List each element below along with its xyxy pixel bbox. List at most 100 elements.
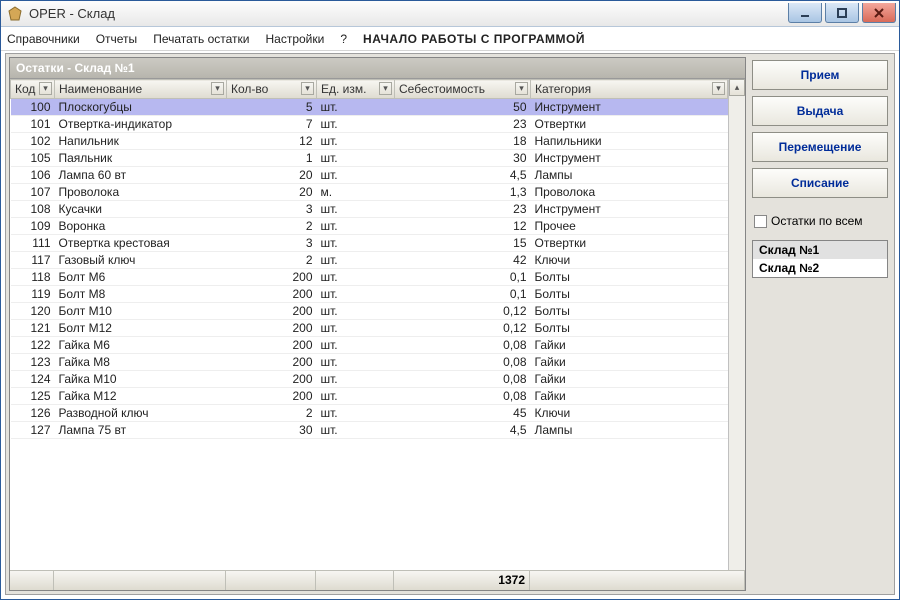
checkbox-icon[interactable] [754,215,767,228]
grid-panel: Остатки - Склад №1 Код▾ Наименование▾ Ко… [9,57,746,591]
cell-unit: шт. [317,286,395,303]
cell-qty: 5 [227,99,317,116]
table-row[interactable]: 100Плоскогубцы5шт.50Инструмент [11,99,728,116]
table-row[interactable]: 124Гайка М10200шт.0,08Гайки [11,371,728,388]
maximize-button[interactable] [825,3,859,23]
table-row[interactable]: 107Проволока20м.1,3Проволока [11,184,728,201]
cell-cost: 15 [395,235,531,252]
col-name[interactable]: Наименование▾ [55,80,227,99]
cell-cost: 23 [395,201,531,218]
cell-qty: 200 [227,320,317,337]
menu-reports[interactable]: Отчеты [96,32,137,46]
cell-name: Гайка М12 [55,388,227,405]
vertical-scrollbar[interactable]: ▴ [728,79,745,570]
cell-cost: 0,08 [395,337,531,354]
cell-category: Напильники [531,133,728,150]
col-unit[interactable]: Ед. изм.▾ [317,80,395,99]
menu-help[interactable]: ? [340,32,347,46]
table-row[interactable]: 102Напильник12шт.18Напильники [11,133,728,150]
chevron-down-icon[interactable]: ▾ [39,82,52,95]
chevron-down-icon[interactable]: ▾ [515,82,528,95]
chevron-down-icon[interactable]: ▾ [301,82,314,95]
cell-category: Лампы [531,167,728,184]
col-category[interactable]: Категория▾ [531,80,728,99]
table-row[interactable]: 126Разводной ключ2шт.45Ключи [11,405,728,422]
chevron-down-icon[interactable]: ▾ [379,82,392,95]
cell-qty: 30 [227,422,317,439]
receive-button[interactable]: Прием [752,60,888,90]
col-cost[interactable]: Себестоимость▾ [395,80,531,99]
menu-settings[interactable]: Настройки [266,32,325,46]
cell-cost: 0,08 [395,354,531,371]
cell-unit: шт. [317,133,395,150]
cell-name: Разводной ключ [55,405,227,422]
menubar: Справочники Отчеты Печатать остатки Наст… [1,27,899,51]
menu-print-stock[interactable]: Печатать остатки [153,32,249,46]
cell-cost: 50 [395,99,531,116]
writeoff-button[interactable]: Списание [752,168,888,198]
table-row[interactable]: 109Воронка2шт.12Прочее [11,218,728,235]
table-row[interactable]: 118Болт М6200шт.0,1Болты [11,269,728,286]
table-row[interactable]: 125Гайка М12200шт.0,08Гайки [11,388,728,405]
cell-qty: 200 [227,286,317,303]
cell-qty: 200 [227,354,317,371]
grid-footer: 1372 [10,570,745,590]
transfer-button[interactable]: Перемещение [752,132,888,162]
cell-cost: 18 [395,133,531,150]
cell-name: Гайка М6 [55,337,227,354]
cell-qty: 12 [227,133,317,150]
table-row[interactable]: 121Болт М12200шт.0,12Болты [11,320,728,337]
cell-qty: 200 [227,388,317,405]
table-row[interactable]: 127Лампа 75 вт30шт.4,5Лампы [11,422,728,439]
warehouse-item[interactable]: Склад №1 [753,241,887,259]
table-row[interactable]: 111Отвертка крестовая3шт.15Отвертки [11,235,728,252]
cell-qty: 2 [227,405,317,422]
cell-name: Напильник [55,133,227,150]
table-row[interactable]: 117Газовый ключ2шт.42Ключи [11,252,728,269]
cell-category: Гайки [531,337,728,354]
table-row[interactable]: 122Гайка М6200шт.0,08Гайки [11,337,728,354]
table-row[interactable]: 119Болт М8200шт.0,1Болты [11,286,728,303]
col-code[interactable]: Код▾ [11,80,55,99]
cell-unit: шт. [317,201,395,218]
cell-name: Болт М10 [55,303,227,320]
cell-cost: 12 [395,218,531,235]
table-row[interactable]: 120Болт М10200шт.0,12Болты [11,303,728,320]
cell-qty: 20 [227,184,317,201]
cell-code: 123 [11,354,55,371]
table-row[interactable]: 105Паяльник1шт.30Инструмент [11,150,728,167]
cell-name: Лампа 60 вт [55,167,227,184]
cell-name: Паяльник [55,150,227,167]
warehouse-item[interactable]: Склад №2 [753,259,887,277]
window-title: OPER - Склад [29,6,115,21]
cell-code: 125 [11,388,55,405]
cell-unit: шт. [317,99,395,116]
cell-unit: шт. [317,405,395,422]
scroll-up-icon[interactable]: ▴ [729,79,745,96]
issue-button[interactable]: Выдача [752,96,888,126]
minimize-button[interactable] [788,3,822,23]
cell-qty: 1 [227,150,317,167]
col-qty[interactable]: Кол-во▾ [227,80,317,99]
table-row[interactable]: 106Лампа 60 вт20шт.4,5Лампы [11,167,728,184]
chevron-down-icon[interactable]: ▾ [211,82,224,95]
menu-getting-started[interactable]: НАЧАЛО РАБОТЫ С ПРОГРАММОЙ [363,32,585,46]
app-icon [7,6,23,22]
close-button[interactable] [862,3,896,23]
table-row[interactable]: 108Кусачки3шт.23Инструмент [11,201,728,218]
cell-code: 119 [11,286,55,303]
side-panel: Прием Выдача Перемещение Списание Остатк… [746,54,894,594]
cell-code: 108 [11,201,55,218]
cell-qty: 2 [227,218,317,235]
cell-category: Болты [531,303,728,320]
chevron-down-icon[interactable]: ▾ [712,82,725,95]
table-row[interactable]: 123Гайка М8200шт.0,08Гайки [11,354,728,371]
cell-unit: шт. [317,371,395,388]
menu-references[interactable]: Справочники [7,32,80,46]
all-stock-checkbox[interactable]: Остатки по всем [752,212,888,230]
cell-unit: шт. [317,337,395,354]
cell-category: Гайки [531,371,728,388]
table-row[interactable]: 101Отвертка-индикатор7шт.23Отвертки [11,116,728,133]
cell-code: 107 [11,184,55,201]
cell-name: Лампа 75 вт [55,422,227,439]
